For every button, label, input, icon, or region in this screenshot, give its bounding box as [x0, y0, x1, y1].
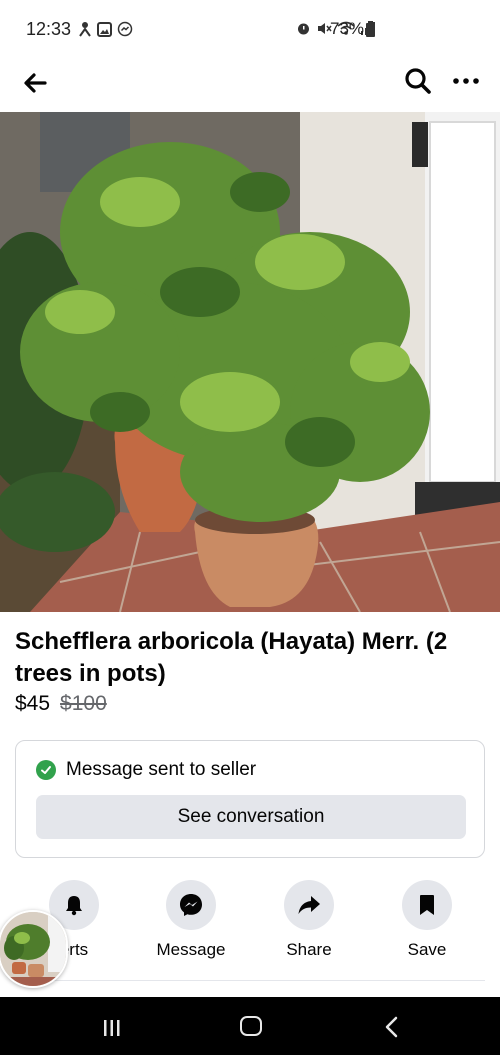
save-label: Save: [407, 940, 447, 959]
system-nav-bar: [0, 997, 500, 1055]
battery-percent: 73%: [330, 19, 365, 38]
chat-head-thumbnail: [0, 912, 66, 986]
original-price: $100: [60, 692, 107, 715]
back-button[interactable]: [20, 68, 50, 98]
divider: [15, 980, 485, 981]
search-button[interactable]: [403, 66, 433, 96]
messenger-icon: [180, 894, 202, 916]
message-sent-card: Message sent to seller See conversation: [15, 740, 485, 858]
check-circle-icon: [36, 760, 56, 780]
search-icon: [405, 68, 431, 94]
alarm-icon: [298, 23, 309, 35]
price-row: $45 $100: [15, 692, 107, 716]
chat-head-bubble[interactable]: [0, 910, 68, 988]
more-horizontal-icon: [453, 78, 479, 84]
listing-title: Schefflera arboricola (Hayata) Merr. (2 …: [15, 628, 448, 687]
share-circle: [284, 880, 334, 930]
top-nav: [0, 60, 500, 112]
share-button[interactable]: Share: [259, 880, 359, 960]
app-notification-icon: [79, 22, 91, 37]
system-back-icon[interactable]: [383, 1016, 401, 1038]
arrow-left-icon: [24, 73, 47, 93]
message-label: Message: [156, 940, 226, 959]
gallery-icon: [97, 21, 112, 37]
plant-illustration: [0, 112, 500, 612]
save-circle: [402, 880, 452, 930]
messenger-status-icon: [117, 21, 133, 37]
share-label: Share: [286, 940, 332, 959]
notification-icons: [78, 21, 133, 37]
action-bar: erts Message Share Save: [0, 880, 500, 976]
message-button[interactable]: Message: [141, 880, 241, 960]
message-circle: [166, 880, 216, 930]
see-conversation-button[interactable]: See conversation: [36, 795, 466, 839]
listing-photo[interactable]: [0, 112, 500, 612]
listing-price: $45: [15, 692, 51, 715]
status-bar: 12:33 73%: [0, 0, 500, 60]
more-button[interactable]: [450, 66, 482, 96]
bell-icon: [66, 896, 82, 916]
message-status: Message sent to seller: [36, 759, 256, 781]
save-button[interactable]: Save: [377, 880, 477, 960]
bookmark-icon: [420, 895, 434, 915]
status-time: 12:33: [26, 19, 72, 39]
message-status-text: Message sent to seller: [66, 759, 257, 780]
recent-apps-icon[interactable]: [102, 1018, 122, 1038]
battery-icon: [366, 21, 375, 37]
home-icon[interactable]: [240, 1016, 262, 1036]
share-arrow-icon: [298, 896, 320, 914]
